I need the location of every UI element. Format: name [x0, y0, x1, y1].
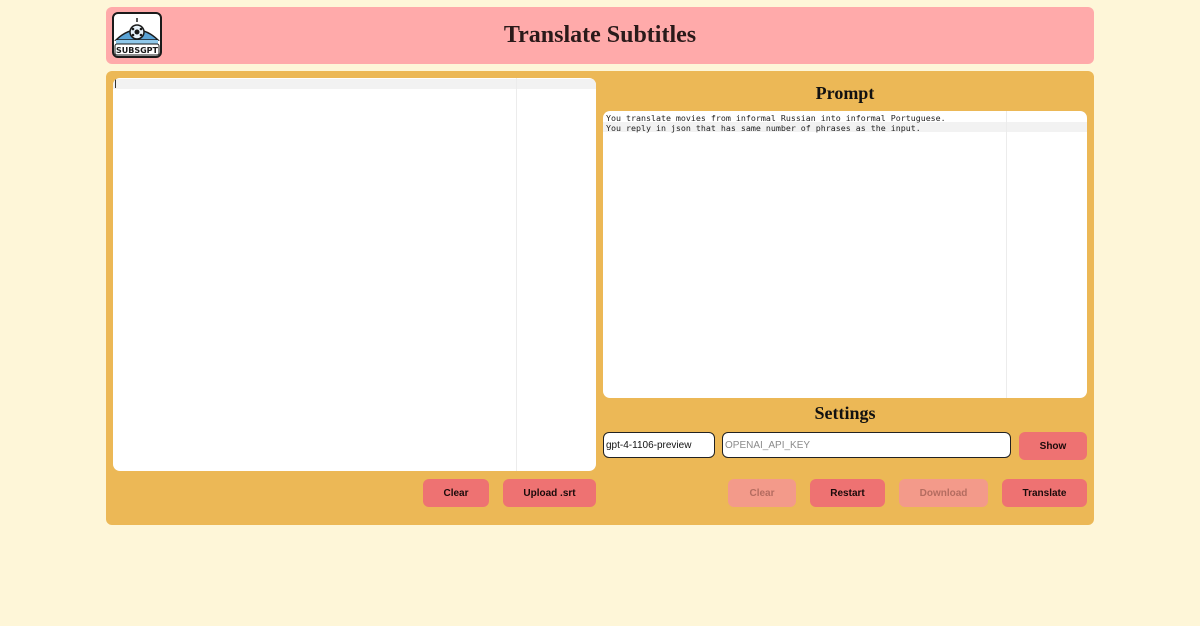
editor-cursor [115, 79, 116, 88]
page-title: Translate Subtitles [503, 22, 697, 48]
prompt-ruler [1006, 111, 1007, 398]
show-key-button[interactable]: Show [1019, 432, 1087, 460]
download-button[interactable]: Download [899, 479, 988, 507]
main-panel: Prompt You translate movies from informa… [106, 71, 1094, 525]
prompt-editor[interactable]: You translate movies from informal Russi… [603, 111, 1087, 398]
restart-button[interactable]: Restart [810, 479, 885, 507]
settings-title: Settings [814, 403, 876, 423]
translate-button[interactable]: Translate [1002, 479, 1087, 507]
model-input[interactable] [603, 432, 715, 458]
prompt-editor-content: You translate movies from informal Russi… [606, 113, 946, 133]
editor-active-line [113, 79, 596, 89]
upload-srt-button[interactable]: Upload .srt [503, 479, 596, 507]
app-header: SUBSGPT Translate Subtitles [106, 7, 1094, 64]
clear-translation-button[interactable]: Clear [728, 479, 796, 507]
prompt-title: Prompt [815, 83, 875, 103]
subtitle-editor[interactable] [113, 78, 596, 471]
editor-ruler [516, 78, 517, 471]
clear-subtitles-button[interactable]: Clear [423, 479, 489, 507]
api-key-input[interactable] [722, 432, 1011, 458]
